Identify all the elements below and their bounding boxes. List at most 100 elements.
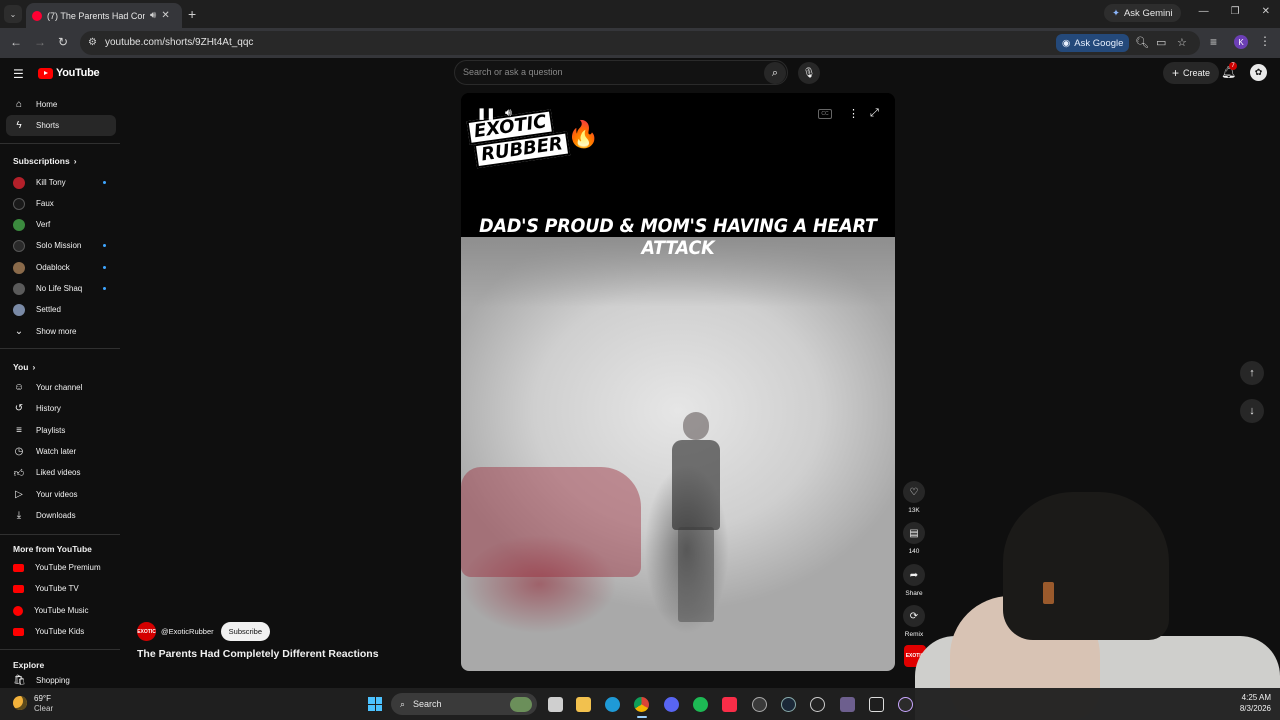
captions-button[interactable]: CC	[818, 109, 832, 119]
create-button[interactable]: + Create	[1163, 62, 1220, 84]
channel-avatar[interactable]: EXOTIC	[137, 622, 156, 641]
tab-search-button[interactable]: ⌄	[4, 5, 22, 23]
restore-icon[interactable]: ❐	[1231, 6, 1240, 17]
sidebar-item-watch-later[interactable]: ◷ Watch later	[6, 441, 116, 462]
show-more-button[interactable]: ⌄ Show more	[6, 321, 116, 342]
channel-row: EXOTIC @ExoticRubber Subscribe	[137, 622, 270, 641]
site-info-icon[interactable]: ⚙︎	[88, 37, 97, 48]
sidebar-item-youtube-tv[interactable]: YouTube TV	[6, 578, 116, 599]
reload-icon[interactable]: ↻	[58, 35, 68, 49]
search-button[interactable]: ⌕	[764, 62, 786, 84]
plus-icon[interactable]: +	[188, 6, 196, 22]
file-explorer-icon[interactable]	[576, 697, 591, 712]
subscriptions-heading[interactable]: Subscriptions ›	[13, 156, 77, 166]
home-icon: ⌂	[15, 99, 23, 110]
tab-search-icon[interactable]: ≡	[1210, 35, 1217, 49]
sidebar-item-youtube-premium[interactable]: YouTube Premium	[6, 557, 116, 578]
sidebar-item-youtube-kids[interactable]: YouTube Kids	[6, 621, 116, 642]
game-app-icon[interactable]	[840, 697, 855, 712]
sidebar-item-downloads[interactable]: ⤓ Downloads	[6, 505, 116, 526]
shorts-icon: ϟ	[16, 120, 22, 131]
channel-handle[interactable]: @ExoticRubber	[161, 627, 214, 636]
more-vert-icon[interactable]: ⋮	[848, 107, 859, 120]
volume-icon[interactable]: 🔊︎	[505, 107, 512, 120]
browser-tab[interactable]: (7) The Parents Had Completely Different…	[26, 3, 182, 28]
youtube-logo[interactable]: YouTube	[38, 67, 100, 79]
sidebar-item-shorts[interactable]: ϟ Shorts	[6, 115, 116, 136]
weather-moon-icon[interactable]	[13, 696, 27, 710]
clock-icon: ◷	[14, 446, 24, 457]
url-text[interactable]: youtube.com/shorts/9ZHt4At_qqc	[105, 37, 253, 48]
ask-google-button[interactable]: ◉ Ask Google	[1056, 34, 1130, 52]
widgets-app-icon[interactable]	[510, 697, 532, 712]
chatgpt-icon[interactable]	[752, 697, 767, 712]
apple-music-icon[interactable]	[722, 697, 737, 712]
clock-date[interactable]: 8/3/2026	[1221, 704, 1271, 713]
sidebar-item-liked-videos[interactable]: 👍︎ Liked videos	[6, 462, 116, 483]
sidebar-item-history[interactable]: ↺ History	[6, 398, 116, 419]
you-heading[interactable]: You ›	[13, 362, 35, 372]
sidebar-item-odablock[interactable]: Odablock	[6, 257, 116, 278]
sidebar-item-youtube-music[interactable]: YouTube Music	[6, 600, 116, 621]
chrome-icon[interactable]	[634, 697, 649, 712]
subscribe-button[interactable]: Subscribe	[220, 622, 270, 641]
sidebar-item-settled[interactable]: Settled	[6, 299, 116, 320]
channel-avatar	[13, 218, 25, 231]
profile-avatar[interactable]: K	[1234, 35, 1248, 49]
close-window-icon[interactable]: ✕	[1262, 6, 1270, 17]
fullscreen-icon[interactable]: ⤢	[870, 107, 879, 120]
more-vert-icon[interactable]: ⋮	[1259, 34, 1271, 48]
edge-icon[interactable]	[605, 697, 620, 712]
sidebar-item-solo-mission[interactable]: Solo Mission	[6, 235, 116, 256]
capcut-icon[interactable]	[869, 697, 884, 712]
forward-arrow-icon[interactable]: →	[34, 35, 46, 49]
clock-time[interactable]: 4:25 AM	[1233, 693, 1271, 702]
steam-icon[interactable]	[781, 697, 796, 712]
more-from-youtube-label: More from YouTube	[13, 544, 92, 554]
sidebar-item-shopping[interactable]: 🛍︎ Shopping	[6, 673, 116, 687]
video-icon: ▷	[15, 489, 23, 500]
new-content-dot	[103, 287, 106, 290]
sidebar-item-label: Downloads	[36, 511, 76, 520]
spotify-icon[interactable]	[693, 697, 708, 712]
sidebar-divider	[0, 348, 120, 349]
sidebar-item-faux[interactable]: Faux	[6, 193, 116, 214]
media-player-icon[interactable]	[898, 697, 913, 712]
obs-icon[interactable]	[810, 697, 825, 712]
sidebar-item-playlists[interactable]: ≡ Playlists	[6, 420, 116, 441]
weather-condition[interactable]: Clear	[34, 704, 53, 713]
sidebar-item-kill-tony[interactable]: Kill Tony	[6, 172, 116, 193]
sidebar-item-label: Your channel	[36, 383, 83, 392]
back-arrow-icon[interactable]: ←	[10, 35, 22, 49]
sidebar-item-your-videos[interactable]: ▷ Your videos	[6, 484, 116, 505]
sidebar-item-verf[interactable]: Verf	[6, 214, 116, 235]
explore-heading-label: Explore	[13, 660, 45, 670]
close-icon[interactable]: ✕	[161, 10, 169, 21]
hamburger-menu-icon[interactable]: ☰	[13, 67, 24, 81]
zoom-icon[interactable]: 🔍︎	[1135, 36, 1149, 49]
next-short-button[interactable]: ↓	[1240, 399, 1264, 423]
search-input[interactable]	[463, 67, 753, 77]
weather-temperature[interactable]: 69°F	[34, 694, 51, 703]
address-bar[interactable]: ⚙︎ youtube.com/shorts/9ZHt4At_qqc ◉ Ask …	[80, 31, 1200, 55]
bookmark-star-icon[interactable]: ☆	[1177, 36, 1187, 49]
task-view-icon[interactable]	[548, 697, 563, 712]
cast-icon[interactable]: ▭	[1156, 36, 1166, 49]
windows-start-icon[interactable]	[368, 697, 382, 711]
chevron-down-icon: ⌄	[9, 9, 17, 19]
shorts-video-player[interactable]: EXOTIC RUBBER 🔥 DAD'S PROUD & MOM'S HAVI…	[461, 93, 895, 671]
video-title[interactable]: The Parents Had Completely Different Rea…	[137, 648, 379, 660]
channel-avatar	[13, 303, 25, 316]
ask-gemini-button[interactable]: ✦ Ask Gemini	[1104, 4, 1181, 22]
sidebar-item-no-life-shaq[interactable]: No Life Shaq	[6, 278, 116, 299]
sidebar-item-your-channel[interactable]: ☺ Your channel	[6, 377, 116, 398]
account-avatar[interactable]: ✿	[1250, 64, 1267, 81]
speaker-icon[interactable]: 🔊︎	[150, 10, 156, 21]
previous-short-button[interactable]: ↑	[1240, 361, 1264, 385]
sidebar-divider	[0, 143, 120, 144]
sidebar-item-home[interactable]: ⌂ Home	[6, 94, 116, 115]
voice-search-button[interactable]: 🎙︎	[798, 62, 820, 84]
pause-icon[interactable]: ❚❚	[477, 107, 495, 120]
discord-icon[interactable]	[664, 697, 679, 712]
minimize-icon[interactable]: —	[1199, 6, 1209, 17]
